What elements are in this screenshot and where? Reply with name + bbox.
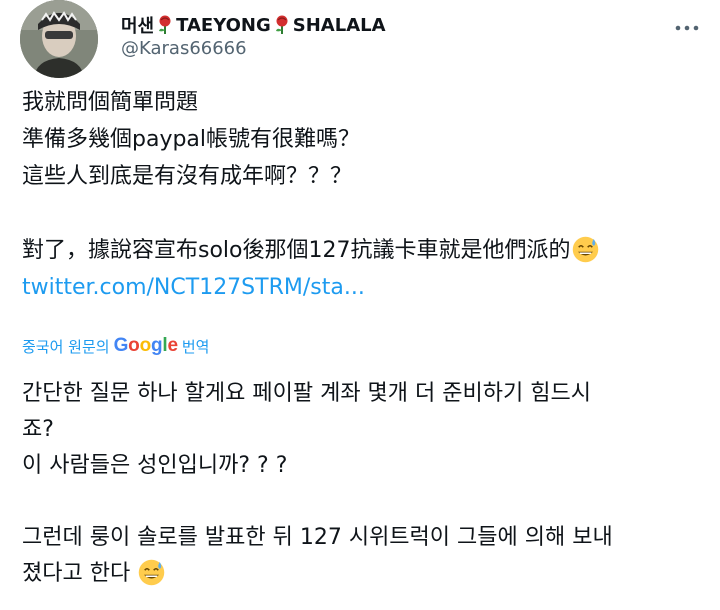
rose-icon	[275, 15, 288, 34]
display-name-part3: SHALALA	[292, 14, 386, 36]
avatar[interactable]	[20, 0, 98, 78]
tweet-line: 這些人到底是有沒有成年啊？？？	[22, 164, 353, 189]
translated-line: 이 사람들은 성인입니까? ? ?	[22, 453, 288, 478]
tweet-line: 我就問個簡單問題	[22, 90, 199, 115]
translated-line: 죠?	[22, 417, 54, 442]
more-options-button[interactable]	[670, 16, 704, 40]
tweet-line: 準備多幾個paypal帳號有很難嗎？	[22, 127, 361, 152]
translate-tweet-button[interactable]: 중국어 원문의 Google 번역	[22, 332, 209, 360]
user-handle[interactable]: @Karas66666	[121, 38, 247, 59]
google-logo: Google	[113, 335, 178, 356]
display-name-part2: TAEYONG	[176, 14, 271, 36]
display-name[interactable]: 머샌 TAEYONG SHALALA	[121, 12, 386, 38]
translated-line: 간단한 질문 하나 할게요 페이팔 계좌 몇개 더 준비하기 힘드시	[22, 381, 591, 406]
rose-icon	[159, 15, 171, 34]
tweet-link[interactable]: twitter.com/NCT127STRM/sta...	[22, 269, 712, 306]
more-horizontal-icon	[675, 25, 699, 31]
translated-line: 그런데 룽이 솔로를 발표한 뒤 127 시위트럭이 그들에 의해 보내	[22, 525, 613, 550]
tweet-line-with-emoji: 對了，據說容宣布solo後那個127抗議卡車就是他們派的	[22, 232, 712, 269]
tweet-text: 我就問個簡單問題 準備多幾個paypal帳號有很難嗎？ 這些人到底是有沒有成年啊…	[22, 84, 712, 306]
avatar-image	[20, 0, 98, 78]
sweat-smile-icon	[572, 236, 598, 263]
translate-source-label: 중국어 원문의	[22, 337, 110, 356]
sweat-smile-icon	[138, 559, 165, 586]
display-name-part1: 머샌	[121, 16, 155, 37]
translated-text: 간단한 질문 하나 할게요 페이팔 계좌 몇개 더 준비하기 힘드시 죠? 이 …	[22, 376, 712, 592]
translate-action-label: 번역	[181, 337, 210, 356]
tweet-line: 對了，據說容宣布solo後那個127抗議卡車就是他們派的	[22, 238, 571, 263]
translated-line: 졌다고 한다	[22, 561, 131, 586]
translated-line-with-emoji: 졌다고 한다	[22, 556, 712, 592]
